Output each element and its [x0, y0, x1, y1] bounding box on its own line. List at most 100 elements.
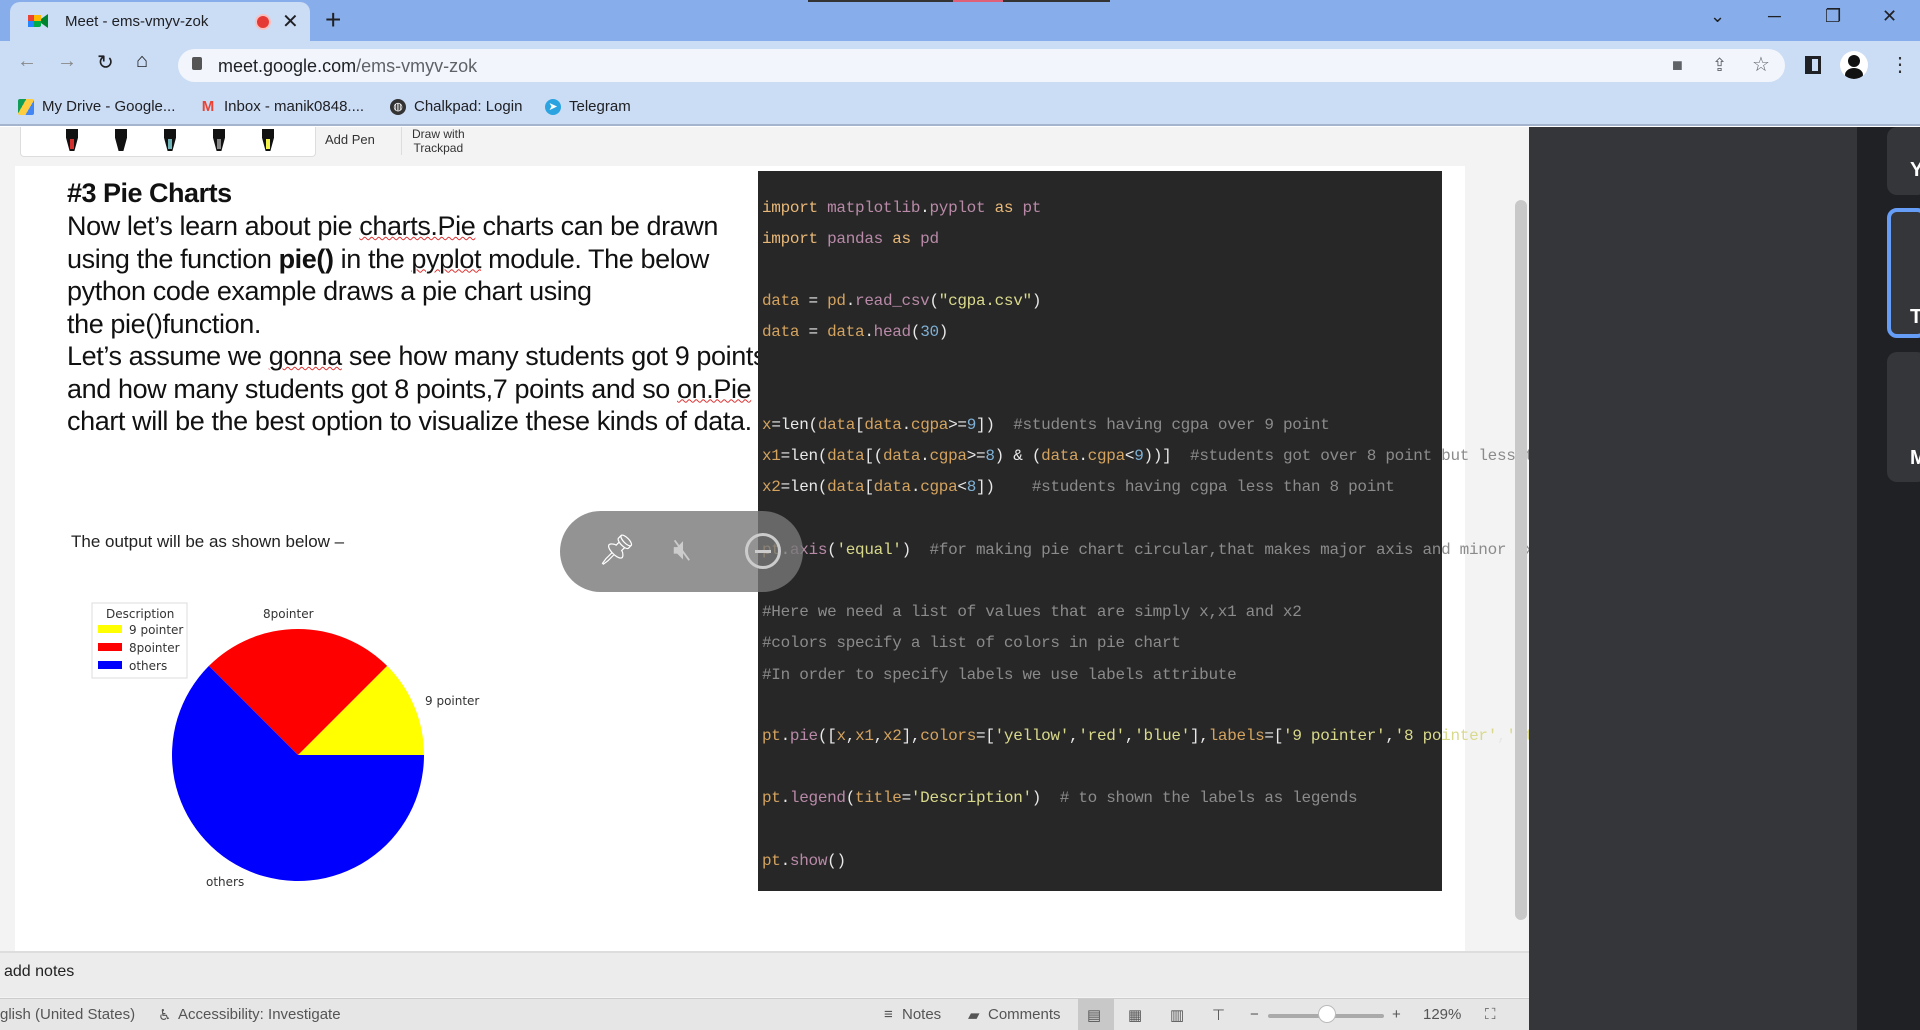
code-token: >= [966, 447, 986, 465]
back-button[interactable]: ← [17, 50, 37, 73]
side-panel-icon[interactable] [1805, 56, 1821, 74]
close-window-button[interactable]: ✕ [1882, 6, 1897, 27]
bookmark-star-icon[interactable]: ☆ [1752, 52, 1770, 77]
lock-icon [192, 57, 202, 70]
forward-button[interactable]: → [57, 50, 77, 73]
code-token: , [1069, 727, 1079, 745]
browser-tab-meet[interactable]: Meet - ems-vmyv-zok ✕ [10, 2, 310, 41]
new-tab-button[interactable]: + [325, 4, 341, 36]
code-token: x2 [882, 727, 902, 745]
bookmark-inbox[interactable]: M Inbox - manik0848.... [200, 98, 364, 115]
close-tab-icon[interactable]: ✕ [282, 9, 299, 34]
vertical-scrollbar[interactable] [1515, 200, 1527, 920]
code-token: cgpa [929, 447, 967, 465]
pen-tray [20, 127, 316, 157]
bookmark-label: My Drive - Google... [42, 98, 176, 115]
code-line: pt.show() [762, 852, 846, 870]
code-token: . [910, 478, 921, 496]
pen-black-icon[interactable] [115, 129, 127, 151]
unpin-icon[interactable]: 📌︎ [598, 533, 636, 568]
code-token: < [1124, 447, 1135, 465]
code-block: import matplotlib.pyplot as pt import pan… [758, 171, 1600, 891]
share-icon[interactable]: ⇪ [1712, 55, 1727, 76]
zoom-slider-handle[interactable] [1318, 1005, 1336, 1023]
pen-gray-icon[interactable] [213, 129, 225, 151]
bookmark-my-drive[interactable]: My Drive - Google... [18, 98, 175, 115]
code-line: import matplotlib.pyplot as pt [762, 199, 1041, 217]
code-token: matplotlib [827, 199, 921, 217]
code-token: pie [789, 727, 818, 745]
code-token: [( [864, 447, 883, 465]
code-token: . [780, 852, 791, 870]
legend-swatch [98, 625, 122, 633]
bookmarks-bar: My Drive - Google... M Inbox - manik0848.… [0, 90, 1920, 126]
code-token: ) & ( [994, 447, 1042, 465]
notes-button[interactable]: Notes [902, 1006, 941, 1023]
participant-tile[interactable]: M [1887, 352, 1920, 482]
bookmark-telegram[interactable]: ➤ Telegram [545, 98, 631, 115]
code-token: head [873, 323, 912, 341]
pen-teal-icon[interactable] [164, 129, 176, 151]
participant-tile-active[interactable]: T [1887, 208, 1920, 338]
language-status[interactable]: glish (United States) [0, 1006, 135, 1023]
participant-initial: T [1910, 306, 1920, 328]
zoom-in-button[interactable]: + [1392, 1006, 1401, 1023]
code-token: data [817, 416, 856, 434]
zoom-out-button[interactable]: − [1250, 1006, 1259, 1023]
notes-pane[interactable]: add notes [0, 951, 1529, 997]
code-token: 8 [985, 447, 995, 465]
code-token: ( [929, 292, 939, 310]
menu-kebab-icon[interactable]: ⋮ [1890, 52, 1910, 77]
minimize-button[interactable]: ─ [1768, 6, 1781, 27]
code-token: pd [827, 292, 846, 310]
code-token: '9 pointer' [1283, 727, 1386, 745]
meet-tile-controls: 📌︎ 🔇︎ [560, 511, 803, 592]
participant-initial: Y [1910, 159, 1920, 181]
reading-view-icon[interactable]: ▥ [1170, 1006, 1184, 1024]
bookmark-chalkpad[interactable]: ◍ Chalkpad: Login [390, 98, 522, 115]
highlighter-yellow-icon[interactable] [262, 129, 274, 151]
pen-red-icon[interactable] [66, 129, 78, 151]
tab-search-icon[interactable]: ⌄ [1710, 6, 1725, 27]
code-token: '8 pointer' [1394, 727, 1498, 745]
code-token: data [827, 447, 865, 465]
notes-placeholder: add notes [4, 963, 75, 980]
code-token: data [882, 447, 921, 465]
zoom-level[interactable]: 129% [1423, 1006, 1461, 1023]
pie-label: 8pointer [263, 607, 314, 621]
restore-button[interactable]: ❐ [1825, 6, 1841, 27]
legend-entry: others [129, 659, 167, 673]
slideshow-icon[interactable]: ⊤ [1212, 1006, 1225, 1024]
code-token: =len( [780, 478, 828, 496]
code-token: 'yellow' [994, 727, 1070, 745]
address-bar[interactable]: meet.google.com/ems-vmyv-zok [178, 49, 1785, 82]
code-token: < [957, 478, 967, 496]
profile-avatar[interactable] [1840, 51, 1868, 79]
home-button[interactable]: ⌂ [136, 50, 148, 73]
code-token: as [985, 199, 1023, 217]
code-token: #for making pie chart circular,that make… [910, 541, 1600, 559]
code-token: as [882, 230, 921, 248]
comments-button[interactable]: Comments [988, 1006, 1061, 1023]
url-text: meet.google.com/ems-vmyv-zok [218, 56, 478, 76]
code-token: = [799, 323, 828, 341]
gmail-icon: M [201, 97, 215, 115]
code-token: data [827, 323, 865, 341]
reload-button[interactable]: ↻ [97, 50, 114, 75]
code-token: ([ [817, 727, 837, 745]
code-token: pt [1022, 199, 1042, 217]
remove-tile-icon[interactable] [745, 533, 781, 569]
code-token: ))] [1143, 447, 1172, 465]
camera-icon[interactable]: ■ [1672, 55, 1683, 76]
mute-audio-icon[interactable]: 🔇︎ [673, 533, 692, 567]
slide-sorter-icon[interactable]: ▦ [1128, 1006, 1142, 1024]
code-token: labels [1208, 727, 1265, 745]
accessibility-status[interactable]: Accessibility: Investigate [178, 1006, 341, 1023]
draw-with-trackpad-button[interactable]: Draw with Trackpad [401, 127, 465, 155]
add-pen-button[interactable]: Add Pen [325, 132, 375, 147]
code-token: data [1041, 447, 1079, 465]
code-token: data [864, 416, 902, 434]
fit-to-window-icon[interactable]: ⛶ [1485, 1006, 1496, 1023]
participant-tile[interactable]: Y [1887, 127, 1920, 195]
pie-legend: Description 9 pointer 8pointer others [91, 602, 188, 679]
